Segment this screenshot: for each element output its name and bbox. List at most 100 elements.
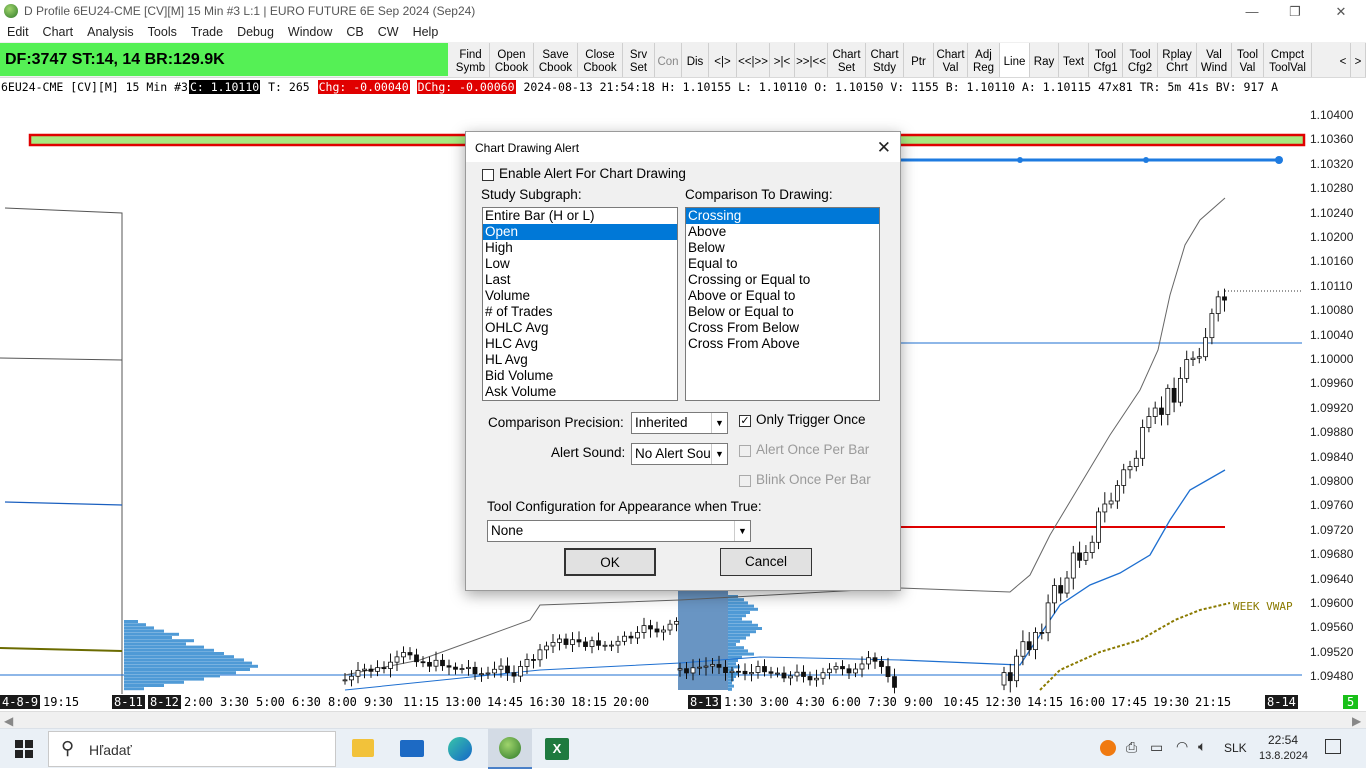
ray-handle[interactable]	[1017, 157, 1023, 163]
menu-debug[interactable]: Debug	[230, 23, 281, 39]
clock-date[interactable]: 13.8.2024	[1259, 750, 1308, 762]
menu-tools[interactable]: Tools	[141, 23, 184, 39]
menu-trade[interactable]: Trade	[184, 23, 230, 39]
profile-bar	[728, 620, 752, 624]
alert-once-per-bar-checkbox[interactable]	[739, 445, 751, 457]
open-chartbook-button[interactable]: Open Cbook	[490, 43, 534, 77]
menu-analysis[interactable]: Analysis	[80, 23, 141, 39]
save-chartbook-button[interactable]: Save Cbook	[534, 43, 578, 77]
battery-icon[interactable]: ▭	[1150, 739, 1163, 756]
restore-button[interactable]: ❐	[1272, 0, 1318, 23]
disconnect-button[interactable]: Dis	[682, 43, 709, 77]
comparison-item[interactable]: Cross From Above	[686, 336, 879, 352]
chevron-down-icon[interactable]: ▼	[711, 413, 727, 433]
comparison-item[interactable]: Cross From Below	[686, 320, 879, 336]
study-item[interactable]: Ask Volume	[483, 384, 677, 400]
menu-help[interactable]: Help	[406, 23, 446, 39]
study-subgraph-list[interactable]: Entire Bar (H or L) Open High Low Last Volume…	[482, 207, 678, 401]
line-tool-button[interactable]: Line	[1000, 43, 1030, 77]
pointer-tool-button[interactable]: Ptr	[904, 43, 934, 77]
comparison-item[interactable]: Below	[686, 240, 879, 256]
study-item[interactable]: # of Trades	[483, 304, 677, 320]
printer-icon[interactable]: ⎙	[1126, 739, 1137, 756]
fast-scroll-button[interactable]: <<|>>	[737, 43, 770, 77]
comparison-list[interactable]: Crossing Above Below Equal to Crossing or Eq…	[685, 207, 880, 401]
study-item[interactable]: HLC Avg	[483, 336, 677, 352]
language-indicator[interactable]: SLK	[1224, 741, 1247, 755]
zoom-in-button[interactable]: >|<	[770, 43, 795, 77]
adjust-region-button[interactable]: Adj Reg	[968, 43, 1000, 77]
only-trigger-once-checkbox[interactable]: ✓	[739, 415, 751, 427]
menu-chart[interactable]: Chart	[36, 23, 81, 39]
chart-studies-button[interactable]: Chart Stdy	[866, 43, 904, 77]
connect-button[interactable]: Con	[655, 43, 682, 77]
zoom-out-button[interactable]: >>|<<	[795, 43, 828, 77]
scroll-right-arrow-icon[interactable]: ▶	[1352, 714, 1361, 728]
menu-window[interactable]: Window	[281, 23, 339, 39]
sierra-chart-taskbar-button[interactable]	[488, 729, 532, 769]
taskbar-search-box[interactable]: ⚲ Hľadať	[48, 731, 336, 767]
study-item[interactable]: Open	[483, 224, 677, 240]
toolbar-scroll-right-button[interactable]: >	[1351, 43, 1366, 77]
notifications-icon[interactable]	[1325, 739, 1341, 754]
candle-body	[381, 667, 387, 670]
study-item[interactable]: Last	[483, 272, 677, 288]
study-item[interactable]: Entire Bar (H or L)	[483, 208, 677, 224]
tool-config1-button[interactable]: Tool Cfg1	[1089, 43, 1123, 77]
menu-cb[interactable]: CB	[339, 23, 370, 39]
chart-values-button[interactable]: Chart Val	[934, 43, 968, 77]
toolbar-scroll-left-button[interactable]: <	[1336, 43, 1351, 77]
edge-browser-icon[interactable]	[448, 737, 472, 761]
scroll-left-arrow-icon[interactable]: ◀	[4, 714, 13, 728]
horizontal-scrollbar[interactable]: ◀ ▶	[0, 711, 1366, 728]
cancel-button[interactable]: Cancel	[720, 548, 812, 576]
alert-sound-select[interactable]: No Alert Sou ▼	[631, 443, 728, 465]
minimize-button[interactable]: —	[1229, 0, 1275, 23]
tray-app-icon[interactable]	[1100, 740, 1116, 756]
ray-tool-button[interactable]: Ray	[1030, 43, 1059, 77]
text-tool-button[interactable]: Text	[1059, 43, 1089, 77]
study-item[interactable]: Low	[483, 256, 677, 272]
study-item[interactable]: Volume	[483, 288, 677, 304]
comparison-item[interactable]: Crossing	[686, 208, 879, 224]
find-symbol-button[interactable]: Find Symb	[452, 43, 490, 77]
comparison-item[interactable]: Below or Equal to	[686, 304, 879, 320]
ok-button[interactable]: OK	[564, 548, 656, 576]
comparison-item[interactable]: Above or Equal to	[686, 288, 879, 304]
tool-config2-button[interactable]: Tool Cfg2	[1123, 43, 1158, 77]
file-explorer-icon[interactable]	[352, 739, 374, 757]
values-window-button[interactable]: Val Wind	[1197, 43, 1232, 77]
clock-time[interactable]: 22:54	[1268, 733, 1298, 747]
tool-config-select[interactable]: None ▼	[487, 520, 751, 542]
precision-select[interactable]: Inherited ▼	[631, 412, 728, 434]
chevron-down-icon[interactable]: ▼	[734, 521, 750, 541]
wifi-icon[interactable]: ◠	[1176, 738, 1188, 755]
study-item[interactable]: Bid Volume	[483, 368, 677, 384]
blink-once-per-bar-checkbox[interactable]	[739, 475, 751, 487]
study-item[interactable]: HL Avg	[483, 352, 677, 368]
comparison-item[interactable]: Above	[686, 224, 879, 240]
tool-values-button[interactable]: Tool Val	[1232, 43, 1264, 77]
close-window-button[interactable]: ✕	[1318, 0, 1364, 23]
close-chartbook-button[interactable]: Close Cbook	[578, 43, 623, 77]
compact-tool-values-button[interactable]: Cmpct ToolVal	[1264, 43, 1312, 77]
chart-settings-button[interactable]: Chart Set	[828, 43, 866, 77]
study-item[interactable]: High	[483, 240, 677, 256]
ray-handle[interactable]	[1143, 157, 1149, 163]
dialog-close-icon[interactable]: ✕	[877, 138, 891, 158]
ray-handle[interactable]	[1275, 156, 1283, 164]
server-settings-button[interactable]: Srv Set	[623, 43, 655, 77]
enable-alert-checkbox[interactable]	[482, 169, 494, 181]
comparison-item[interactable]: Crossing or Equal to	[686, 272, 879, 288]
scroll-left-right-button[interactable]: <|>	[709, 43, 737, 77]
menu-cw[interactable]: CW	[371, 23, 406, 39]
comparison-item[interactable]: Equal to	[686, 256, 879, 272]
windows-start-icon[interactable]	[15, 740, 33, 758]
menu-edit[interactable]: Edit	[0, 23, 36, 39]
chevron-down-icon[interactable]: ▼	[711, 444, 727, 464]
volume-icon[interactable]: 🔈︎	[1198, 738, 1206, 755]
mail-icon[interactable]	[400, 740, 424, 757]
replay-chart-button[interactable]: Rplay Chrt	[1158, 43, 1197, 77]
excel-icon[interactable]: X	[545, 738, 569, 760]
study-item[interactable]: OHLC Avg	[483, 320, 677, 336]
